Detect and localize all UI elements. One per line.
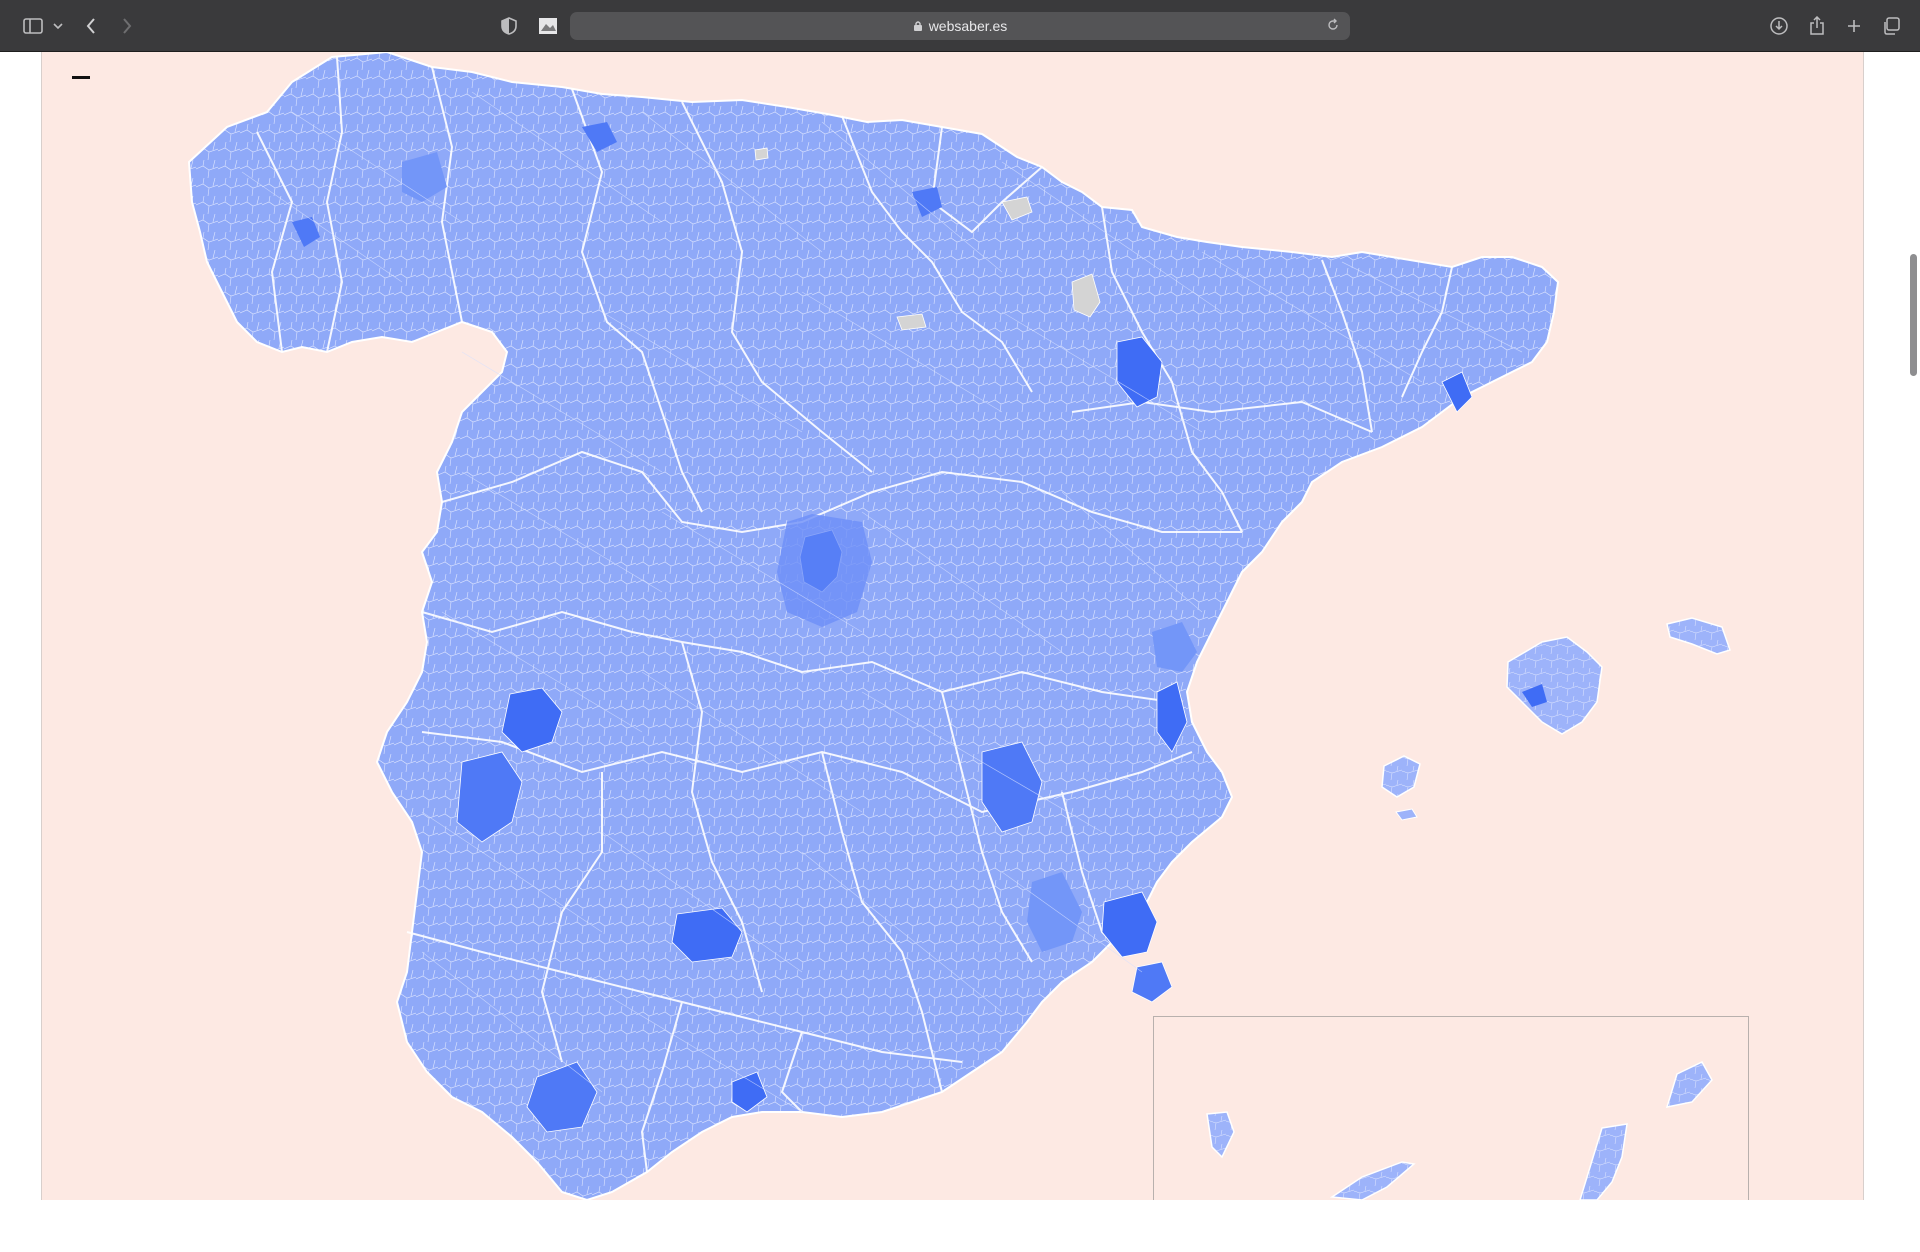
- image-extension-icon[interactable]: [536, 12, 560, 40]
- browser-toolbar: websaber.es: [0, 0, 1920, 52]
- scrollbar[interactable]: [1905, 104, 1920, 1252]
- island-formentera: [1395, 808, 1418, 821]
- chevron-left-icon[interactable]: [80, 12, 102, 40]
- island-ibiza: [1381, 755, 1421, 798]
- chevron-right-icon[interactable]: [116, 12, 138, 40]
- web-page: [0, 52, 1920, 1200]
- sidebar-icon[interactable]: [20, 12, 46, 40]
- address-bar[interactable]: websaber.es: [570, 12, 1350, 40]
- url-text: websaber.es: [928, 18, 1008, 34]
- plus-icon[interactable]: [1843, 12, 1865, 40]
- download-icon[interactable]: [1768, 12, 1790, 40]
- lock-icon: [913, 20, 923, 32]
- share-icon[interactable]: [1806, 12, 1828, 40]
- shield-icon[interactable]: [498, 12, 520, 40]
- reload-icon[interactable]: [1326, 18, 1340, 35]
- tabs-overview-icon[interactable]: [1880, 12, 1902, 40]
- island-mallorca: [1506, 636, 1603, 735]
- map-container[interactable]: [41, 52, 1864, 1200]
- scrollbar-thumb[interactable]: [1910, 254, 1917, 376]
- canary-islands-inset: [1153, 1016, 1749, 1200]
- island-menorca: [1666, 617, 1731, 655]
- chevron-down-icon[interactable]: [50, 12, 66, 40]
